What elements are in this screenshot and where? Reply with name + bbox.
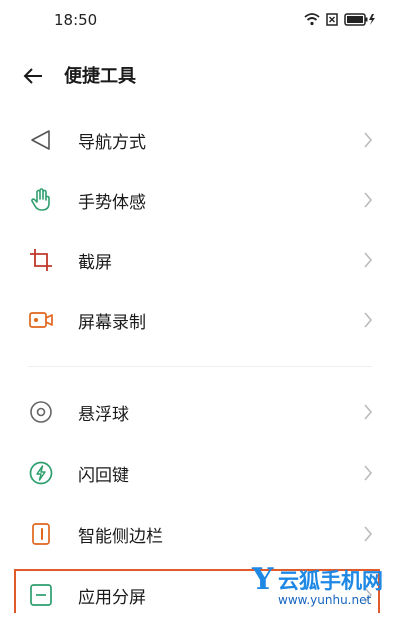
watermark-logo: Y bbox=[252, 562, 274, 597]
chevron-right-icon bbox=[364, 312, 373, 328]
status-icons bbox=[304, 12, 376, 26]
watermark-url: www.yunhu.net bbox=[278, 593, 372, 607]
settings-item-label: 导航方式 bbox=[78, 133, 146, 153]
settings-item-label: 闪回键 bbox=[78, 466, 129, 486]
chevron-right-icon bbox=[364, 465, 373, 481]
header: 便捷工具 bbox=[0, 52, 400, 100]
settings-item-navigation[interactable]: 导航方式 bbox=[0, 110, 400, 170]
settings-item-label: 悬浮球 bbox=[78, 405, 129, 425]
settings-item-label: 屏幕录制 bbox=[78, 313, 146, 333]
wifi-icon bbox=[304, 13, 320, 26]
settings-item-screen-recording[interactable]: 屏幕录制 bbox=[0, 290, 400, 350]
settings-item-screenshot[interactable]: 截屏 bbox=[0, 230, 400, 290]
arrow-left-icon[interactable] bbox=[22, 64, 46, 88]
sim-icon bbox=[326, 12, 338, 26]
settings-item-flashback-key[interactable]: 闪回键 bbox=[0, 443, 400, 503]
flash-bolt-icon bbox=[29, 461, 53, 485]
settings-item-floating-ball[interactable]: 悬浮球 bbox=[0, 382, 400, 442]
section-divider bbox=[28, 366, 372, 367]
settings-item-gesture[interactable]: 手势体感 bbox=[0, 170, 400, 230]
navigation-triangle-icon bbox=[31, 130, 50, 150]
status-bar: 18:50 bbox=[0, 0, 400, 42]
chevron-right-icon bbox=[364, 132, 373, 148]
watermark: Y 云狐手机网 www.yunhu.net bbox=[246, 560, 396, 610]
status-time: 18:50 bbox=[54, 11, 98, 29]
video-camera-icon bbox=[29, 312, 53, 328]
settings-item-label: 智能侧边栏 bbox=[78, 527, 163, 547]
chevron-right-icon bbox=[364, 252, 373, 268]
hand-icon bbox=[31, 188, 50, 211]
floating-ball-icon bbox=[30, 401, 52, 423]
settings-item-label: 截屏 bbox=[78, 253, 112, 273]
chevron-right-icon bbox=[364, 192, 373, 208]
sidebar-icon bbox=[32, 523, 50, 545]
page-title: 便捷工具 bbox=[64, 66, 136, 87]
watermark-brand: 云狐手机网 bbox=[278, 569, 383, 593]
chevron-right-icon bbox=[364, 526, 373, 542]
crop-icon bbox=[30, 249, 52, 271]
battery-charging-icon bbox=[344, 12, 375, 26]
settings-item-label: 手势体感 bbox=[78, 193, 146, 213]
settings-item-smart-sidebar[interactable]: 智能侧边栏 bbox=[0, 504, 400, 564]
chevron-right-icon bbox=[364, 404, 373, 420]
